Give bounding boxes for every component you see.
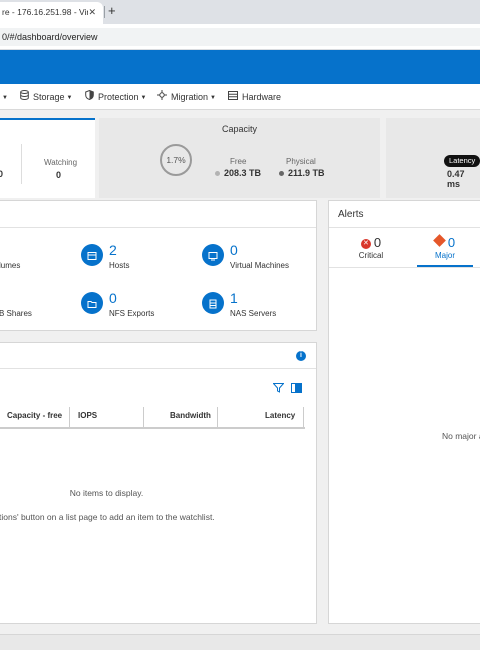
- free-dot: [215, 171, 220, 177]
- watch-summary-card[interactable]: 0 Watching 0: [0, 118, 95, 198]
- watching-label: Watching: [44, 158, 78, 167]
- vm-icon: [202, 244, 224, 266]
- capacity-card[interactable]: Capacity 1.7% Free 208.3 TB Physical 211…: [99, 118, 380, 198]
- database-icon: [20, 84, 29, 110]
- alert-tab-critical[interactable]: ✕ 0 Critical: [351, 235, 391, 260]
- card-divider: [21, 144, 22, 184]
- nav-migration[interactable]: Migration ▼: [157, 84, 216, 110]
- watchlist-hint: tions' button on a list page to add an i…: [0, 512, 215, 522]
- performance-card[interactable]: Latency 0.47 ms: [386, 118, 480, 198]
- browser-tab-title: re - 176.16.251.98 - Virtu: [2, 7, 88, 17]
- major-count: 0: [447, 235, 456, 250]
- physical-label: Physical: [286, 157, 316, 166]
- critical-label: Critical: [358, 251, 384, 260]
- active-tab-indicator: [417, 265, 473, 267]
- column-latency[interactable]: Latency: [265, 405, 295, 427]
- major-label: Major: [434, 251, 455, 260]
- inventory-label: B Shares: [0, 309, 32, 318]
- major-icon: [433, 234, 446, 247]
- nav-migration-label: Migration: [171, 92, 209, 102]
- inventory-count: 2: [109, 242, 117, 258]
- column-separator: [69, 407, 70, 427]
- tabs-divider: [329, 267, 480, 268]
- browser-tab-bar: re - 176.16.251.98 - Virtu ✕ +: [0, 0, 480, 24]
- inventory-count: 0: [109, 290, 117, 306]
- columns-icon[interactable]: [291, 380, 302, 398]
- shield-icon: [85, 84, 94, 110]
- chevron-down-icon: ▼: [210, 94, 216, 101]
- nav-storage[interactable]: Storage ▼: [20, 84, 72, 110]
- column-separator: [143, 407, 144, 427]
- url-field[interactable]: 0/#/dashboard/overview: [0, 28, 480, 46]
- column-separator: [303, 407, 304, 427]
- folder-icon: [81, 292, 103, 314]
- info-icon[interactable]: i: [296, 351, 306, 361]
- inventory-label: Hosts: [109, 261, 130, 270]
- free-label: Free: [230, 157, 247, 166]
- alerts-empty-message: No major a: [442, 431, 480, 441]
- nav-dropdown-cut[interactable]: ▼: [0, 84, 8, 110]
- critical-count: 0: [373, 235, 382, 250]
- host-icon: [81, 244, 103, 266]
- footer-strip: [0, 634, 480, 650]
- inventory-panel: lumes 2 Hosts 0 Virtual Machines B Share…: [0, 200, 317, 331]
- inventory-count: 0: [230, 242, 238, 258]
- column-capacity-free[interactable]: Capacity - free: [7, 405, 62, 427]
- alerts-title: Alerts: [338, 209, 364, 220]
- watchlist-header: i: [0, 343, 316, 369]
- free-value-text: 208.3 TB: [224, 168, 262, 178]
- physical-dot: [279, 171, 284, 177]
- nas-icon: [202, 292, 224, 314]
- latency-pill: Latency: [444, 155, 480, 167]
- chevron-down-icon: ▼: [2, 94, 8, 101]
- column-iops[interactable]: IOPS: [78, 405, 97, 427]
- nav-protection-label: Protection: [98, 92, 139, 102]
- physical-value-text: 211.9 TB: [288, 168, 325, 178]
- empty-message: No items to display.: [69, 488, 144, 498]
- inventory-label: NAS Servers: [230, 309, 277, 318]
- browser-tab[interactable]: re - 176.16.251.98 - Virtu ✕: [0, 2, 103, 24]
- address-bar: 0/#/dashboard/overview: [0, 24, 480, 50]
- column-bandwidth[interactable]: Bandwidth: [170, 405, 211, 427]
- inventory-count: 1: [230, 290, 238, 306]
- free-value: 208.3 TB: [215, 168, 261, 178]
- migration-icon: [157, 84, 167, 110]
- watchlist-table-header: Capacity - free IOPS Bandwidth Latency: [0, 405, 305, 429]
- inventory-label: Virtual Machines: [230, 261, 289, 270]
- column-separator: [217, 407, 218, 427]
- capacity-title: Capacity: [221, 124, 257, 134]
- inventory-header: [0, 201, 316, 228]
- filter-icon[interactable]: [272, 380, 285, 398]
- nav-protection[interactable]: Protection ▼: [85, 84, 146, 110]
- capacity-ring: 1.7%: [160, 144, 192, 176]
- physical-value: 211.9 TB: [279, 168, 325, 178]
- summary-cut-value: 0: [0, 169, 4, 179]
- critical-icon: ✕: [360, 239, 371, 249]
- major-count-row: 0: [425, 234, 465, 250]
- nav-hardware[interactable]: Hardware: [228, 84, 281, 110]
- chevron-down-icon: ▼: [140, 94, 147, 101]
- inventory-label: NFS Exports: [109, 309, 155, 318]
- top-nav: ▼ Storage ▼ Protection ▼ Migration ▼ Hardwa…: [0, 84, 480, 110]
- watching-value: 0: [56, 170, 62, 180]
- summary-row: 0 Watching 0 Capacity 1.7% Free 208.3 TB…: [0, 110, 480, 198]
- chevron-down-icon: ▼: [66, 94, 73, 101]
- watchlist-panel: i Capacity - free IOPS Bandwidth Latency…: [0, 342, 317, 624]
- critical-count-row: ✕ 0: [351, 235, 391, 250]
- app-header: [0, 50, 480, 84]
- alerts-panel: Alerts ✕ 0 Critical 0 Major No major a: [328, 200, 480, 624]
- inventory-label: lumes: [0, 261, 21, 270]
- latency-value: 0.47 ms: [447, 169, 465, 189]
- alert-tab-major[interactable]: 0 Major: [425, 234, 465, 260]
- alerts-header: Alerts: [329, 201, 480, 228]
- close-icon[interactable]: ✕: [88, 2, 96, 22]
- new-tab-icon[interactable]: +: [108, 4, 116, 18]
- server-icon: [228, 84, 238, 110]
- tab-separator: [104, 6, 105, 18]
- nav-storage-label: Storage: [33, 92, 65, 102]
- nav-hardware-label: Hardware: [242, 92, 282, 102]
